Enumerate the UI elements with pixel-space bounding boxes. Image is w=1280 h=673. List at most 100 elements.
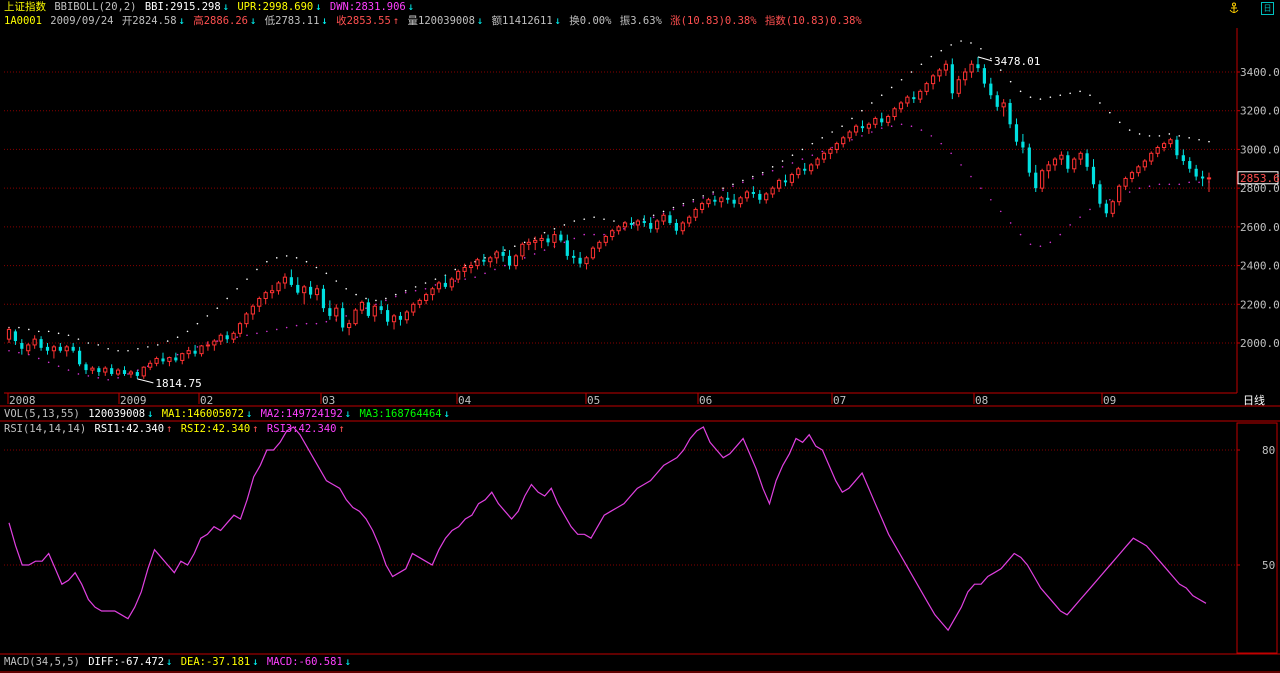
candle-body-down <box>1034 172 1038 189</box>
lower-band-point <box>563 241 566 244</box>
candle-body-down <box>642 221 646 223</box>
upper-band-point <box>1148 135 1151 137</box>
vol-ma1: MA1:146005072 <box>161 408 244 420</box>
upper-band-point <box>702 195 705 197</box>
candle-body-up <box>32 338 37 346</box>
candle-body-up <box>898 102 904 110</box>
date-tick-label: 09 <box>1103 394 1116 407</box>
lower-band-point <box>990 198 992 201</box>
candle-body-up <box>661 214 666 222</box>
rsi-line <box>8 426 1207 632</box>
upper-band-point <box>1069 92 1071 95</box>
candle-body-up <box>51 346 57 352</box>
upper-band-point <box>226 297 228 300</box>
upper-band-point <box>880 94 883 97</box>
candle-body-down <box>1091 166 1096 185</box>
rsi-axis: 50 80 <box>1237 444 1275 572</box>
high-annotation: 3478.01 <box>994 55 1040 68</box>
upper-band-point <box>1118 121 1121 124</box>
price-chart[interactable]: 2000.02200.02400.02600.02800.03000.03200… <box>0 0 1280 673</box>
candle-body-down <box>341 308 345 328</box>
candle-body-up <box>693 208 698 218</box>
macd-label: MACD(34,5,5) <box>4 656 80 668</box>
lower-band-point <box>1019 233 1022 236</box>
candle-body-up <box>930 75 936 85</box>
down-arrow-icon: ↓ <box>250 15 257 27</box>
candle-body-up <box>250 305 255 315</box>
upper-band-point <box>682 202 685 205</box>
candle-body-down <box>995 95 999 107</box>
lower-band-point <box>930 135 933 137</box>
price-tick-label: 3400.0 <box>1240 66 1280 79</box>
date-tick-label: 02 <box>200 394 213 407</box>
upper-band-point <box>37 330 40 333</box>
candle-body-down <box>572 255 576 258</box>
candle-body-up <box>334 307 339 317</box>
upper-band-point <box>47 330 50 333</box>
candle-body-down <box>77 350 82 365</box>
candle-body-up <box>488 257 493 263</box>
candle-body-down <box>135 372 139 376</box>
upper-band-point <box>662 210 665 213</box>
lower-band-point <box>117 377 119 379</box>
lower-band-point <box>216 340 219 342</box>
upper-band-point <box>1029 96 1032 98</box>
lower-band-point <box>920 129 923 131</box>
candle-body-up <box>1129 172 1135 179</box>
down-arrow-icon: ↓ <box>222 1 230 13</box>
candle-body-up <box>886 116 891 123</box>
candle-body-up <box>103 367 108 373</box>
lower-band-point <box>900 123 903 126</box>
candle-body-up <box>180 353 185 361</box>
candle-body-up <box>584 257 589 265</box>
candle-body-up <box>1123 177 1128 187</box>
candle-body-up <box>603 236 608 243</box>
upper-band-point <box>1019 90 1022 93</box>
date-tick-label: 05 <box>587 394 600 407</box>
lower-band-point <box>583 233 586 236</box>
macd-value: MACD:-60.581 <box>266 656 343 668</box>
upper-band-point <box>752 175 754 178</box>
lower-band-point <box>742 181 744 184</box>
lower-band-point <box>1109 198 1111 201</box>
candle-body-up <box>924 83 929 92</box>
lower-band-point <box>246 334 248 337</box>
candle-body-down <box>880 118 884 123</box>
down-arrow-icon: ↓ <box>178 15 185 27</box>
lower-band-point <box>702 197 705 199</box>
candle-body-down <box>1194 168 1198 177</box>
candle-body-down <box>443 282 447 287</box>
date-tick-label: 2009 <box>120 394 147 407</box>
candle-body-up <box>847 131 852 139</box>
lower-band-point <box>1168 183 1171 186</box>
candle-body-down <box>482 259 486 262</box>
candle-body-up <box>699 203 705 210</box>
candle-body-down <box>1098 184 1102 204</box>
lower-band-point <box>127 373 129 375</box>
upper-band-point <box>454 268 457 271</box>
candle-body-up <box>1078 152 1083 160</box>
candle-body-up <box>494 251 499 259</box>
lower-band-point <box>1059 233 1062 236</box>
candle-body-down <box>726 197 730 200</box>
lower-band-point <box>652 216 655 218</box>
lower-band-point <box>1178 183 1181 186</box>
upper-band-point <box>206 315 209 317</box>
upper-band-point <box>980 47 982 50</box>
upper-band-point <box>940 49 943 52</box>
price-axis: 2000.02200.02400.02600.02800.03000.03200… <box>1237 66 1280 350</box>
upper-band-point <box>871 102 873 104</box>
candle-body-up <box>655 220 660 230</box>
candle-body-up <box>533 239 538 243</box>
anchor-icon[interactable] <box>1228 2 1240 14</box>
window-toggle-button[interactable]: 日 <box>1261 2 1274 15</box>
upr-value: UPR:2998.690 <box>237 1 314 13</box>
lower-band-point <box>37 357 40 360</box>
upper-band-point <box>632 222 635 224</box>
candle-body-up <box>468 265 474 269</box>
candle-body-up <box>789 174 794 183</box>
lower-band-point <box>1069 224 1071 226</box>
candle-body-up <box>141 366 146 377</box>
lower-band-point <box>722 189 724 191</box>
candle-body-up <box>1149 152 1154 162</box>
